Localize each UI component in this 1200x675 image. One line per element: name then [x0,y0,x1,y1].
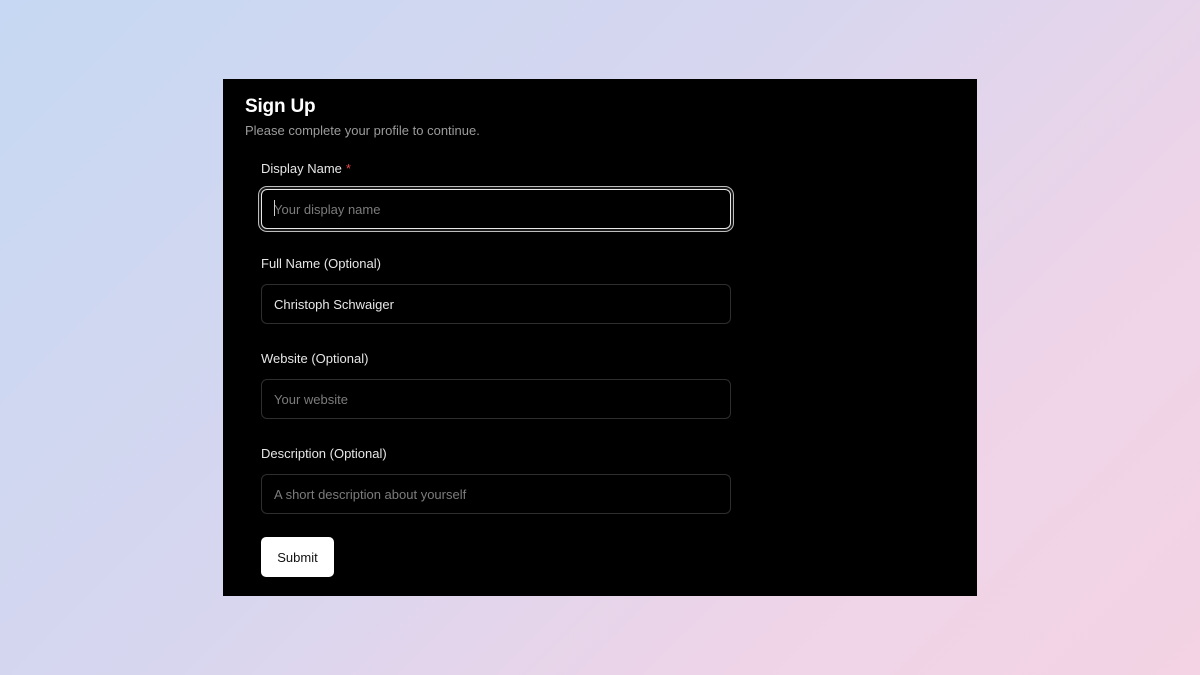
description-label-text: Description (Optional) [261,445,387,463]
signup-card: Sign Up Please complete your profile to … [223,79,977,596]
description-input[interactable] [261,474,731,514]
required-marker: * [346,160,351,178]
display-name-label: Display Name * [261,160,731,178]
page-title: Sign Up [245,95,480,119]
display-name-field: Display Name * [261,160,731,229]
full-name-label: Full Name (Optional) [261,255,731,273]
website-label-text: Website (Optional) [261,350,368,368]
page-subtitle: Please complete your profile to continue… [245,122,480,140]
full-name-field: Full Name (Optional) [261,255,731,324]
full-name-label-text: Full Name (Optional) [261,255,381,273]
website-input[interactable] [261,379,731,419]
display-name-input[interactable] [261,189,731,229]
form-header: Sign Up Please complete your profile to … [245,95,480,140]
text-caret [274,200,275,216]
description-label: Description (Optional) [261,445,731,463]
description-field: Description (Optional) [261,445,731,514]
website-field: Website (Optional) [261,350,731,419]
website-label: Website (Optional) [261,350,731,368]
full-name-input[interactable] [261,284,731,324]
display-name-label-text: Display Name [261,160,342,178]
submit-button[interactable]: Submit [261,537,334,577]
